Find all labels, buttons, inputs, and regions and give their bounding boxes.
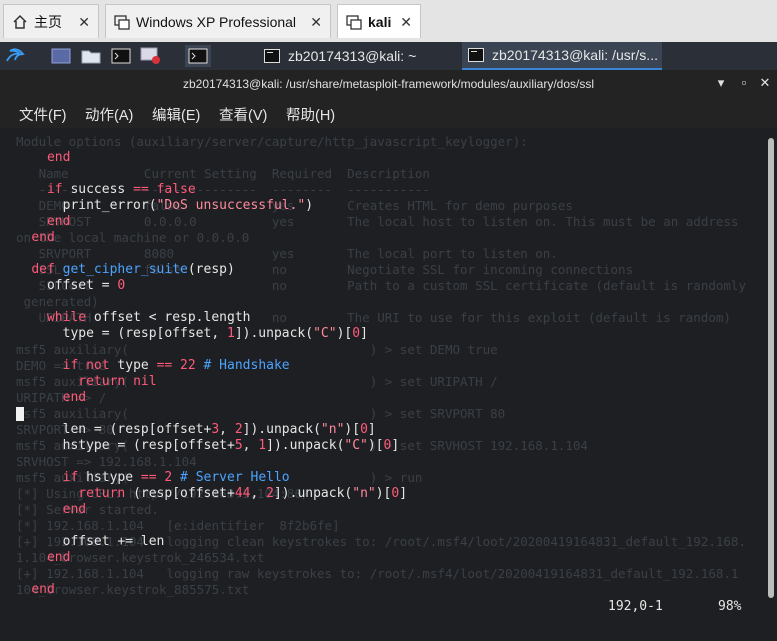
tab-kali[interactable]: kali ✕ xyxy=(337,4,421,38)
background-text-line: SRVHOST => 192.168.1.104 xyxy=(16,454,197,469)
menu-file[interactable]: 文件(F) xyxy=(19,104,67,125)
code-line: hstype = (resp[offset+5, 1]).unpack("C")… xyxy=(0,438,400,453)
menu-actions[interactable]: 动作(A) xyxy=(85,104,133,125)
text-cursor xyxy=(16,407,24,421)
scrollbar[interactable] xyxy=(765,128,777,641)
close-icon[interactable]: ✕ xyxy=(400,14,412,31)
background-text-line: Module options (auxiliary/server/capture… xyxy=(16,134,528,149)
terminal-menubar: 文件(F) 动作(A) 编辑(E) 查看(V) 帮助(H) xyxy=(0,98,777,128)
browser-tab-strip: 主页 ✕ Windows XP Professional ✕ kali ✕ xyxy=(0,0,777,43)
menu-view[interactable]: 查看(V) xyxy=(219,104,267,125)
code-line: end xyxy=(62,502,87,517)
menu-edit[interactable]: 编辑(E) xyxy=(152,104,200,125)
terminal-area[interactable]: Module options (auxiliary/server/capture… xyxy=(0,128,777,641)
kali-panel: zb20174313@kali: ~ zb20174313@kali: /usr… xyxy=(0,42,777,70)
code-line: print_error("DoS unsuccessful.") xyxy=(0,198,314,213)
taskbar-item-ssl-terminal[interactable]: zb20174313@kali: /usr/s... xyxy=(462,42,662,70)
code-line: def get_cipher_suite(resp) xyxy=(31,262,235,277)
background-text-line: Name Current Setting Required Descriptio… xyxy=(16,166,430,181)
code-line: return (resp[offset+44, 2]).unpack("n")[… xyxy=(78,486,408,501)
close-icon[interactable]: ✕ xyxy=(310,14,322,31)
background-text-line: SRVPORT 8080 yes The local port to liste… xyxy=(16,246,558,261)
code-line: end xyxy=(46,150,71,165)
scrollbar-thumb[interactable] xyxy=(768,138,774,598)
kali-logo-icon[interactable] xyxy=(4,45,26,67)
tab-label: 主页 xyxy=(34,13,62,30)
cursor-position: 192,0-1 xyxy=(608,599,663,614)
terminal-icon[interactable] xyxy=(110,45,132,67)
background-text-line: SSLCert no Path to a custom SSL certific… xyxy=(16,278,746,293)
taskbar-item-label: zb20174313@kali: /usr/s... xyxy=(492,47,658,63)
vm-icon xyxy=(114,14,130,30)
terminal-icon xyxy=(264,49,280,63)
background-text-line: msf5 auxiliary( ) > set SRVPORT 80 xyxy=(16,406,506,421)
background-text-line: [*] 192.168.1.104 [e:identifier 8f2b6fe] xyxy=(16,518,340,533)
code-line: while offset < resp.length xyxy=(46,310,251,325)
window-title: zb20174313@kali: /usr/share/metasploit-f… xyxy=(182,77,595,91)
window-titlebar: zb20174313@kali: /usr/share/metasploit-f… xyxy=(0,70,777,98)
code-line: end xyxy=(62,390,87,405)
code-line: if hstype == 2 # Server Hello xyxy=(62,470,290,485)
folder-icon[interactable] xyxy=(80,45,102,67)
scroll-percent: 98% xyxy=(718,599,742,614)
tab-label: Windows XP Professional xyxy=(136,13,297,30)
menu-help[interactable]: 帮助(H) xyxy=(286,104,335,125)
code-line: offset = 0 xyxy=(0,278,126,293)
screen-record-icon[interactable] xyxy=(140,45,162,67)
taskbar-item-home-terminal[interactable]: zb20174313@kali: ~ xyxy=(258,42,458,70)
code-line: return nil xyxy=(78,374,157,389)
code-line: end xyxy=(31,582,55,597)
taskbar-item-label: zb20174313@kali: ~ xyxy=(288,48,417,64)
terminal-icon xyxy=(468,48,484,62)
background-text-line: [+] 192.168.1.104 logging raw keystrokes… xyxy=(16,566,739,581)
maximize-icon[interactable]: ▫ xyxy=(737,76,751,90)
close-icon[interactable]: ✕ xyxy=(758,76,772,90)
vm-icon xyxy=(346,14,362,30)
close-icon[interactable]: ✕ xyxy=(78,14,90,31)
code-line: end xyxy=(31,230,55,245)
terminal-icon[interactable] xyxy=(185,45,211,67)
tab-home[interactable]: 主页 ✕ xyxy=(3,4,99,38)
background-text-line: SRVHOST 0.0.0.0 yes The local host to li… xyxy=(16,214,739,229)
code-line: len = (resp[offset+3, 2]).unpack("n")[0] xyxy=(0,422,376,437)
code-line: if success == false xyxy=(46,182,196,197)
code-line: if not type == 22 # Handshake xyxy=(62,358,290,373)
tab-label: kali xyxy=(368,13,392,30)
home-icon xyxy=(12,14,28,30)
code-line: end xyxy=(46,550,71,565)
tab-windows-xp[interactable]: Windows XP Professional ✕ xyxy=(105,4,331,38)
workspace-icon[interactable] xyxy=(50,45,72,67)
code-line: end xyxy=(46,214,71,229)
background-text-line: generated) xyxy=(16,294,99,309)
background-text-line: msf5 auxiliary( ) > set DEMO true xyxy=(16,342,498,357)
minimize-icon[interactable]: ▾ xyxy=(714,76,728,90)
code-line: type = (resp[offset, 1]).unpack("C")[0] xyxy=(0,326,368,341)
code-line: offset += len xyxy=(0,534,165,549)
